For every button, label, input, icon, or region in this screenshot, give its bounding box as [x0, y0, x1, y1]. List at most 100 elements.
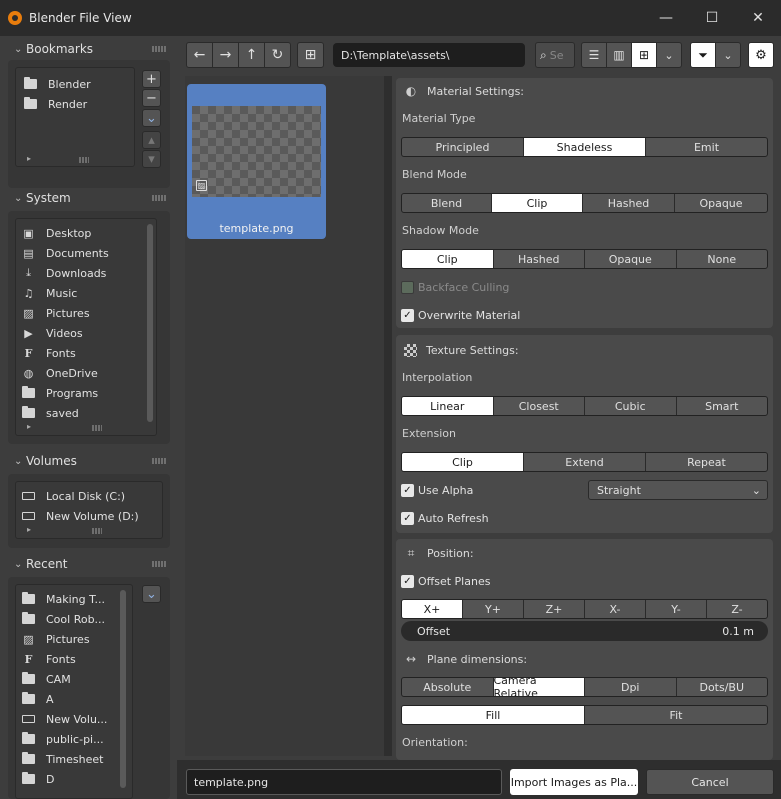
offset-planes-checkbox[interactable]: ✓ Offset Planes: [401, 573, 490, 589]
system-item[interactable]: ⤓ Downloads: [22, 263, 106, 283]
system-header[interactable]: ⌄ System: [14, 187, 71, 209]
material-type-principled[interactable]: Principled: [402, 138, 524, 156]
system-item[interactable]: ▨ Pictures: [22, 303, 89, 323]
interpolation-cubic[interactable]: Cubic: [585, 397, 677, 415]
system-item[interactable]: ♫ Music: [22, 283, 78, 303]
move-up-button[interactable]: ▴: [142, 131, 161, 149]
refresh-button[interactable]: ↻: [264, 42, 291, 68]
dims-absolute[interactable]: Absolute: [402, 678, 494, 696]
resize-grip-icon[interactable]: [79, 157, 89, 163]
recent-menu-button[interactable]: ⌄: [142, 585, 161, 603]
system-item[interactable]: saved: [22, 403, 79, 423]
recent-item[interactable]: New Volu...: [22, 709, 107, 729]
resize-grip-icon[interactable]: [92, 425, 102, 431]
volume-item[interactable]: Local Disk (C:): [22, 486, 125, 506]
axis-y-plus[interactable]: Y+: [463, 600, 524, 618]
remove-bookmark-button[interactable]: −: [142, 89, 161, 107]
axis-z-plus[interactable]: Z+: [524, 600, 585, 618]
display-settings-dropdown[interactable]: ⌄: [656, 42, 682, 68]
expand-arrow-icon[interactable]: ▸: [27, 154, 31, 163]
alpha-mode-dropdown[interactable]: Straight ⌄: [588, 480, 768, 500]
dims-dots-bu[interactable]: Dots/BU: [677, 678, 768, 696]
recent-item[interactable]: CAM: [22, 669, 71, 689]
recent-scrollbar[interactable]: [120, 590, 126, 788]
drag-grip-icon[interactable]: [152, 46, 166, 52]
offset-slider[interactable]: Offset 0.1 m: [401, 621, 768, 641]
material-settings-header[interactable]: ◐ Material Settings:: [404, 80, 524, 102]
filename-field[interactable]: template.png: [186, 769, 502, 795]
dims-camera-relative[interactable]: Camera Relative: [493, 678, 585, 696]
add-bookmark-button[interactable]: +: [142, 70, 161, 88]
volumes-header[interactable]: ⌄ Volumes: [14, 450, 77, 472]
new-folder-button[interactable]: ⊞: [297, 42, 324, 68]
move-down-button[interactable]: ▾: [142, 150, 161, 168]
interpolation-linear[interactable]: Linear: [402, 397, 494, 415]
overwrite-material-checkbox[interactable]: ✓ Overwrite Material: [401, 307, 520, 323]
blend-mode-blend[interactable]: Blend: [402, 194, 492, 212]
maximize-button[interactable]: ☐: [689, 0, 735, 36]
texture-settings-header[interactable]: Texture Settings:: [404, 339, 519, 361]
recent-item[interactable]: public-pi...: [22, 729, 104, 749]
recent-header[interactable]: ⌄ Recent: [14, 553, 67, 575]
filter-dropdown[interactable]: ⌄: [715, 42, 741, 68]
back-button[interactable]: ←: [186, 42, 213, 68]
extension-extend[interactable]: Extend: [524, 453, 646, 471]
fit-mode-fill[interactable]: Fill: [402, 706, 585, 724]
filter-toggle-button[interactable]: ⏷: [690, 42, 716, 68]
settings-button[interactable]: ⚙: [748, 42, 774, 68]
drag-grip-icon[interactable]: [152, 458, 166, 464]
panel-divider[interactable]: [384, 76, 392, 756]
close-button[interactable]: ✕: [735, 0, 781, 36]
cancel-button[interactable]: Cancel: [646, 769, 774, 795]
path-field[interactable]: D:\Template\assets\: [333, 43, 525, 67]
shadow-mode-opaque[interactable]: Opaque: [585, 250, 677, 268]
blend-mode-clip[interactable]: Clip: [492, 194, 583, 212]
fit-mode-fit[interactable]: Fit: [585, 706, 767, 724]
material-type-shadeless[interactable]: Shadeless: [524, 138, 646, 156]
expand-arrow-icon[interactable]: ▸: [27, 422, 31, 431]
system-item[interactable]: ▣ Desktop: [22, 223, 91, 243]
bookmark-item[interactable]: Blender: [24, 74, 91, 94]
system-item[interactable]: F Fonts: [22, 343, 76, 363]
system-item[interactable]: Programs: [22, 383, 98, 403]
expand-arrow-icon[interactable]: ▸: [27, 525, 31, 534]
axis-z-minus[interactable]: Z-: [707, 600, 767, 618]
list-vertical-button[interactable]: ☰: [581, 42, 607, 68]
bookmark-item[interactable]: Render: [24, 94, 87, 114]
axis-x-plus[interactable]: X+: [402, 600, 463, 618]
recent-item[interactable]: Cool Rob...: [22, 609, 105, 629]
recent-item[interactable]: Timesheet: [22, 749, 103, 769]
thumbnails-button[interactable]: ⊞: [631, 42, 657, 68]
recent-item[interactable]: F Fonts: [22, 649, 76, 669]
recent-item[interactable]: A: [22, 689, 54, 709]
extension-clip[interactable]: Clip: [402, 453, 524, 471]
system-scrollbar[interactable]: [147, 224, 153, 422]
position-header[interactable]: ⌗ Position:: [404, 542, 474, 564]
recent-item[interactable]: D: [22, 769, 54, 789]
axis-y-minus[interactable]: Y-: [646, 600, 707, 618]
shadow-mode-clip[interactable]: Clip: [402, 250, 494, 268]
forward-button[interactable]: →: [212, 42, 239, 68]
import-button[interactable]: Import Images as Pla...: [510, 769, 638, 795]
search-field[interactable]: ⌕ Se: [535, 42, 575, 68]
drag-grip-icon[interactable]: [152, 561, 166, 567]
backface-culling-checkbox[interactable]: Backface Culling: [401, 279, 509, 295]
shadow-mode-none[interactable]: None: [677, 250, 768, 268]
system-item[interactable]: ▤ Documents: [22, 243, 108, 263]
bookmarks-header[interactable]: ⌄ Bookmarks: [14, 38, 93, 60]
use-alpha-checkbox[interactable]: ✓ Use Alpha: [401, 482, 473, 498]
parent-dir-button[interactable]: ↑: [238, 42, 265, 68]
interpolation-smart[interactable]: Smart: [677, 397, 768, 415]
interpolation-closest[interactable]: Closest: [494, 397, 585, 415]
system-item[interactable]: ▶ Videos: [22, 323, 82, 343]
system-item[interactable]: ◍ OneDrive: [22, 363, 98, 383]
bookmark-menu-button[interactable]: ⌄: [142, 109, 161, 127]
recent-item[interactable]: ▨ Pictures: [22, 629, 89, 649]
shadow-mode-hashed[interactable]: Hashed: [494, 250, 585, 268]
minimize-button[interactable]: —: [643, 0, 689, 36]
axis-x-minus[interactable]: X-: [585, 600, 646, 618]
resize-grip-icon[interactable]: [92, 528, 102, 534]
extension-repeat[interactable]: Repeat: [646, 453, 767, 471]
blend-mode-hashed[interactable]: Hashed: [583, 194, 675, 212]
drag-grip-icon[interactable]: [152, 195, 166, 201]
